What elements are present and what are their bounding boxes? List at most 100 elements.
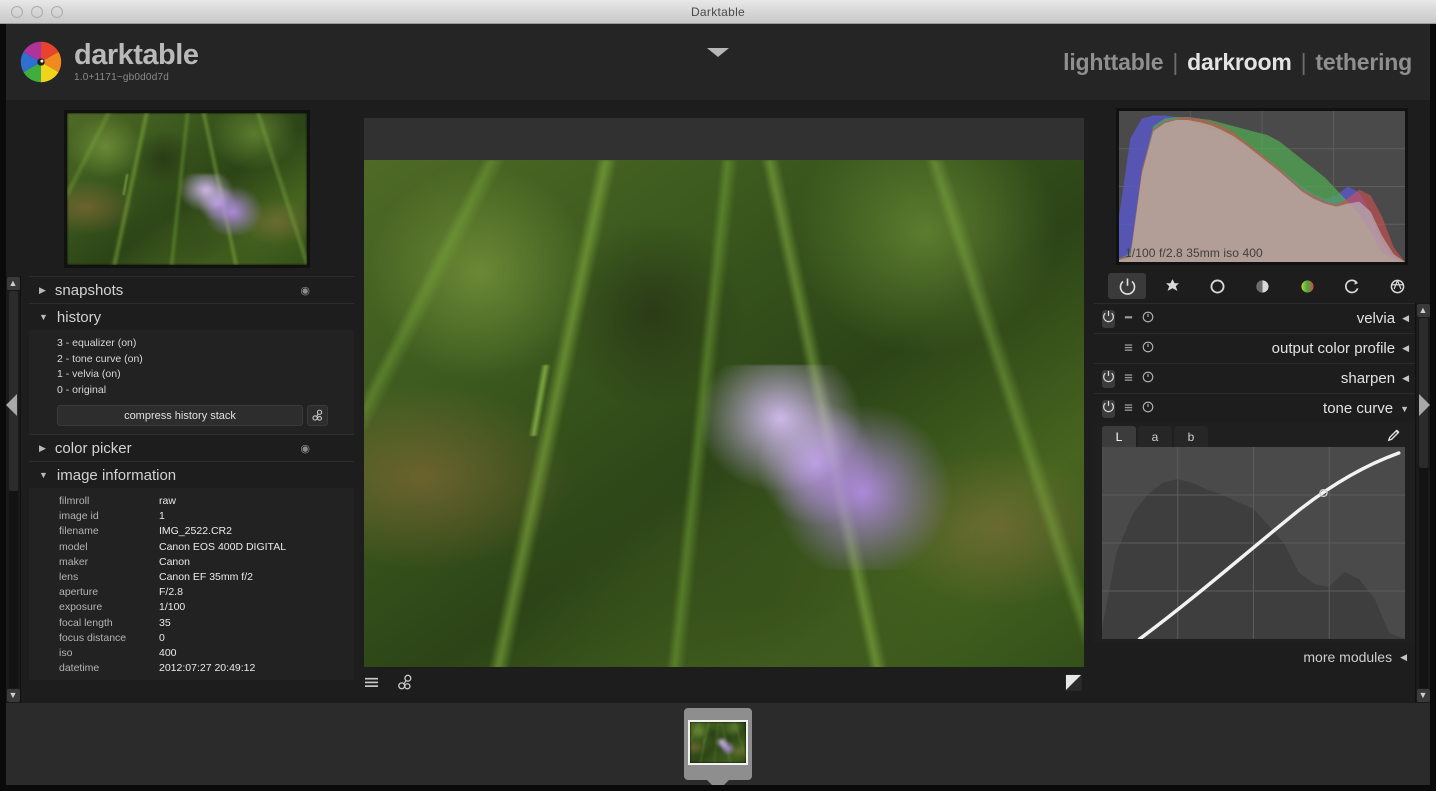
view-tethering[interactable]: tethering (1315, 49, 1412, 76)
scroll-track[interactable] (9, 291, 18, 688)
scroll-down-icon[interactable]: ▼ (7, 689, 20, 702)
info-row: apertureF/2.8 (59, 585, 348, 600)
module-group-favorites[interactable] (1153, 273, 1191, 299)
soft-proof-icon[interactable] (397, 674, 414, 696)
overexposure-icon[interactable] (1065, 674, 1082, 696)
module-group-color[interactable] (1288, 273, 1326, 299)
expand-right-panel-icon[interactable] (1419, 394, 1430, 416)
brand-text: darktable 1.0+1171~gb0d0d7d (74, 41, 198, 83)
expand-left-panel-icon[interactable] (6, 394, 17, 416)
section-label-history: history (57, 309, 101, 326)
reset-icon[interactable] (1142, 400, 1154, 418)
reset-icon[interactable] (1142, 340, 1154, 358)
module-group-effects[interactable] (1378, 273, 1416, 299)
power-icon[interactable] (1102, 310, 1115, 328)
scroll-down-icon[interactable]: ▼ (1417, 689, 1430, 702)
right-panel-scrollbar[interactable]: ▲ ▼ (1415, 303, 1430, 703)
history-item[interactable]: 3 - equalizer (on) (57, 336, 344, 352)
module-header-velvia[interactable]: velvia ◀ (1094, 303, 1415, 333)
chevron-down-icon: ▼ (39, 470, 48, 480)
history-actions: compress history stack (57, 405, 344, 426)
app-window: Darktable (0, 0, 1436, 791)
right-panel: 1/100 f/2.8 35mm iso 400 (1094, 100, 1430, 703)
chevron-left-icon[interactable]: ◀ (1402, 313, 1409, 324)
module-group-active[interactable] (1108, 273, 1146, 299)
history-item[interactable]: 1 - velvia (on) (57, 367, 344, 383)
top-panel-collapse-icon[interactable] (707, 48, 729, 57)
tone-curve-graph[interactable] (1102, 447, 1405, 639)
module-group-basic[interactable] (1198, 273, 1236, 299)
left-panel-content: ▶ snapshots ◉ ▼ history 3 - equalizer (o… (21, 276, 354, 703)
left-panel-scrollbar[interactable]: ▲ ▼ (6, 276, 21, 703)
scroll-up-icon[interactable]: ▲ (1417, 304, 1430, 317)
history-item[interactable]: 0 - original (57, 383, 344, 399)
history-item[interactable]: 2 - tone curve (on) (57, 352, 344, 368)
compress-history-stack-button[interactable]: compress history stack (57, 405, 303, 426)
info-row: modelCanon EOS 400D DIGITAL (59, 540, 348, 555)
module-group-tone[interactable] (1243, 273, 1281, 299)
snapshots-reset-icon[interactable]: ◉ (300, 284, 310, 297)
scroll-up-icon[interactable]: ▲ (7, 277, 20, 290)
info-key: aperture (59, 585, 159, 600)
navigation-preview-image (67, 113, 307, 265)
multi-instance-icon[interactable] (1123, 310, 1134, 328)
section-header-image-information[interactable]: ▼ image information (29, 461, 354, 488)
section-header-snapshots[interactable]: ▶ snapshots ◉ (29, 276, 354, 303)
module-header-tone-curve[interactable]: tone curve ▼ (1094, 393, 1415, 423)
info-key: filmroll (59, 494, 159, 509)
image-canvas[interactable] (364, 118, 1084, 667)
multi-instance-icon[interactable] (1123, 370, 1134, 388)
multi-instance-icon[interactable] (1123, 340, 1134, 358)
module-header-sharpen[interactable]: sharpen ◀ (1094, 363, 1415, 393)
module-group-correction[interactable] (1333, 273, 1371, 299)
info-value: F/2.8 (159, 585, 183, 600)
info-key: datetime (59, 661, 159, 676)
scroll-track[interactable] (1419, 318, 1428, 688)
module-header-output-color-profile[interactable]: output color profile ◀ (1094, 333, 1415, 363)
chevron-left-icon[interactable]: ◀ (1402, 343, 1409, 354)
more-modules-header[interactable]: more modules ◀ (1094, 643, 1415, 671)
info-key: maker (59, 555, 159, 570)
power-icon[interactable] (1102, 400, 1115, 418)
tone-curve-tab-b[interactable]: b (1174, 426, 1208, 447)
module-icons (1102, 310, 1154, 328)
main-image[interactable] (364, 160, 1084, 667)
histogram-chart (1119, 111, 1405, 262)
scroll-thumb[interactable] (9, 291, 18, 491)
filmstrip[interactable] (6, 703, 1430, 785)
reset-icon[interactable] (1142, 370, 1154, 388)
filmstrip-thumbnail[interactable] (684, 708, 752, 780)
multi-instance-icon[interactable] (1123, 400, 1134, 418)
chevron-down-icon[interactable]: ▼ (1400, 404, 1409, 414)
info-row: focal length35 (59, 616, 348, 631)
section-header-history[interactable]: ▼ history (29, 303, 354, 330)
view-lighttable[interactable]: lighttable (1063, 49, 1163, 76)
reset-icon[interactable] (1142, 310, 1154, 328)
info-row: iso400 (59, 646, 348, 661)
brand: darktable 1.0+1171~gb0d0d7d (18, 39, 198, 85)
histogram-widget[interactable]: 1/100 f/2.8 35mm iso 400 (1116, 108, 1408, 265)
chevron-left-icon[interactable]: ◀ (1402, 373, 1409, 384)
tone-curve-tab-L[interactable]: L (1102, 426, 1136, 447)
chevron-right-icon: ▶ (39, 285, 46, 296)
section-header-color-picker[interactable]: ▶ color picker ◉ (29, 434, 354, 461)
power-icon[interactable] (1102, 370, 1115, 388)
copy-history-icon[interactable] (307, 405, 328, 426)
window-titlebar: Darktable (0, 0, 1436, 24)
info-value: raw (159, 494, 176, 509)
view-darkroom[interactable]: darkroom (1187, 49, 1291, 76)
info-value: 35 (159, 616, 171, 631)
navigation-preview[interactable] (64, 110, 310, 268)
color-picker-reset-icon[interactable]: ◉ (300, 442, 310, 455)
image-information-body: filmrollraw image id1 filenameIMG_2522.C… (29, 488, 354, 680)
info-value: 1/100 (159, 600, 185, 615)
display-profile-icon[interactable] (364, 676, 379, 694)
left-panel-scroll-area: ▲ ▼ ▶ snapshots ◉ ▼ (6, 276, 354, 703)
color-picker-icon[interactable] (1386, 428, 1405, 446)
darktable-app: darktable 1.0+1171~gb0d0d7d lighttable |… (0, 24, 1436, 791)
info-value: 1 (159, 509, 165, 524)
tone-curve-tab-a[interactable]: a (1138, 426, 1172, 447)
chevron-left-icon[interactable]: ◀ (1400, 652, 1407, 663)
right-panel-scroll-area: velvia ◀ output color (1094, 303, 1430, 703)
module-icons (1123, 340, 1154, 358)
